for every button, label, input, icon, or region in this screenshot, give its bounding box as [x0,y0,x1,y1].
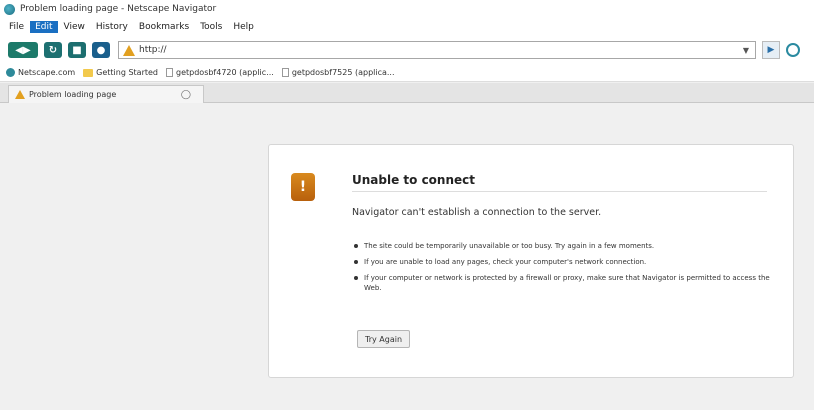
menu-file[interactable]: File [4,21,29,33]
bookmark-applic-2[interactable]: getpdosbf7525 (applica... [281,68,395,77]
browser-window: Problem loading page - Netscape Navigato… [0,0,814,410]
warning-icon [15,90,25,99]
bookmark-netscape[interactable]: Netscape.com [6,68,75,77]
close-icon[interactable]: ◯ [181,90,191,100]
tab-title: Problem loading page [29,90,117,99]
menu-bookmarks[interactable]: Bookmarks [134,21,194,33]
page-icon [166,68,173,77]
menu-help[interactable]: Help [228,21,259,33]
menu-edit[interactable]: Edit [30,21,58,33]
bookmarks-toolbar: Netscape.com Getting Started getpdosbf47… [0,64,814,82]
title-bar: Problem loading page - Netscape Navigato… [0,0,814,18]
url-input[interactable] [139,43,699,57]
try-again-button[interactable]: Try Again [357,330,410,348]
tab-problem-loading[interactable]: Problem loading page ◯ [8,85,204,103]
home-icon: ● [96,44,106,56]
home-button[interactable]: ● [92,42,110,58]
suggestion-list: The site could be temporarily unavailabl… [352,241,772,299]
stop-icon: ■ [72,44,82,56]
back-arrow-icon: ◀▶ [15,44,31,56]
warning-icon [123,44,135,56]
list-item: If you are unable to load any pages, che… [352,257,772,267]
bookmark-label: getpdosbf7525 (applica... [291,68,395,77]
exclamation-icon: ! [291,173,315,201]
folder-icon [83,68,94,77]
bookmark-label: getpdosbf4720 (applic... [176,68,274,77]
url-bar: ▼ [118,41,756,59]
menu-bar: File Edit View History Bookmarks Tools H… [0,18,814,36]
bookmark-getting-started[interactable]: Getting Started [83,68,158,77]
reload-icon: ↻ [48,44,58,56]
go-button[interactable]: ▶ [762,41,780,59]
window-title: Problem loading page - Netscape Navigato… [20,4,217,14]
page-content: ! Unable to connect Navigator can't esta… [0,103,814,410]
error-panel: ! Unable to connect Navigator can't esta… [268,144,794,378]
menu-history[interactable]: History [91,21,133,33]
error-title: Unable to connect [352,173,475,187]
back-forward-button[interactable]: ◀▶ [8,42,38,58]
tab-bar: Problem loading page ◯ [0,83,814,103]
list-item: The site could be temporarily unavailabl… [352,241,772,251]
menu-tools[interactable]: Tools [195,21,227,33]
reload-button[interactable]: ↻ [44,42,62,58]
stop-button[interactable]: ■ [68,42,86,58]
netscape-logo-icon [4,3,15,15]
bookmark-label: Getting Started [96,68,158,77]
divider [352,191,767,192]
list-item: If your computer or network is protected… [352,273,772,293]
globe-icon [6,68,15,77]
search-icon[interactable] [786,43,800,57]
url-dropdown-icon[interactable]: ▼ [743,46,749,55]
error-subtitle: Navigator can't establish a connection t… [352,207,602,218]
navigation-toolbar: ◀▶ ↻ ■ ● ▼ ▶ [0,36,814,64]
menu-view[interactable]: View [59,21,90,33]
page-icon [281,68,289,77]
bookmark-label: Netscape.com [18,68,76,77]
go-arrow-icon: ▶ [767,45,775,55]
bookmark-applic-1[interactable]: getpdosbf4720 (applic... [166,68,274,77]
